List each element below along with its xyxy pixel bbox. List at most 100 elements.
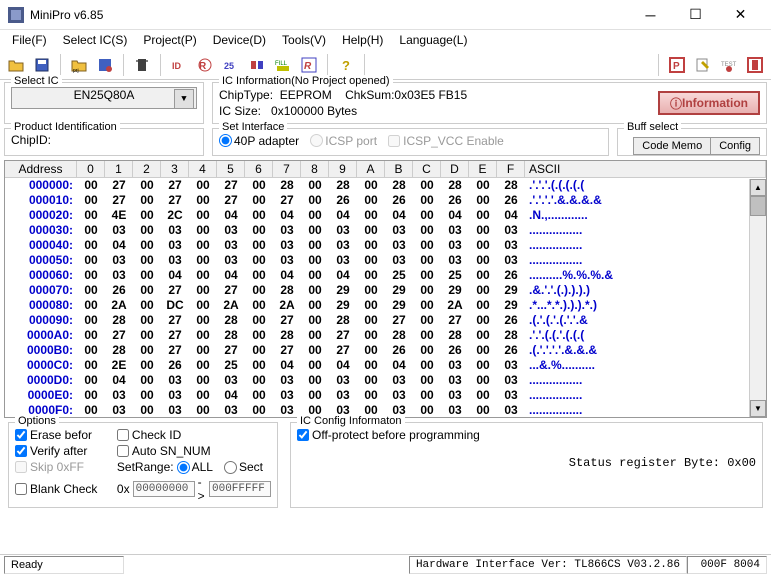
radio-all[interactable]: ALL xyxy=(177,460,213,474)
hex-col-header: 1 xyxy=(105,161,133,177)
radio-icsp: ICSP port xyxy=(310,134,377,148)
save-icon[interactable] xyxy=(30,53,54,77)
menu-project[interactable]: Project(P) xyxy=(135,31,204,49)
svg-text:R: R xyxy=(304,61,312,72)
hex-col-header: B xyxy=(385,161,413,177)
check-verify[interactable]: Verify after xyxy=(15,444,111,458)
check-autosn[interactable]: Auto SN_NUM xyxy=(117,444,271,458)
hex-row[interactable]: 0000D0:00040003000300030003000300030003.… xyxy=(5,373,766,388)
chip2-icon[interactable] xyxy=(743,53,767,77)
status-register: Status register Byte: 0x00 xyxy=(297,456,756,470)
scroll-thumb[interactable] xyxy=(750,196,766,216)
check-erase[interactable]: Erase befor xyxy=(15,428,111,442)
hex-row[interactable]: 0000E0:00030003000400030003000300030003.… xyxy=(5,388,766,403)
range-to[interactable] xyxy=(209,481,271,497)
ic-info-group: IC Information(No Project opened) ChipTy… xyxy=(212,82,767,124)
read-icon[interactable]: R xyxy=(193,53,217,77)
information-button[interactable]: ⓘ Information xyxy=(658,91,760,115)
hex-col-header: A xyxy=(357,161,385,177)
minimize-button[interactable]: ─ xyxy=(628,1,673,29)
hex-row[interactable]: 000070:00260027002700280029002900290029.… xyxy=(5,283,766,298)
scroll-up-icon[interactable]: ▲ xyxy=(750,179,766,196)
hex-row[interactable]: 0000C0:002E0026002500040004000400030003.… xyxy=(5,358,766,373)
radio-40p[interactable]: 40P adapter xyxy=(219,134,299,148)
status-ready: Ready xyxy=(4,556,124,574)
hex-row[interactable]: 000090:00280027002800270028002700270026.… xyxy=(5,313,766,328)
maximize-button[interactable]: ☐ xyxy=(673,1,718,29)
hex-col-header: 6 xyxy=(245,161,273,177)
header-ascii: ASCII xyxy=(525,161,766,177)
hex-row[interactable]: 0000A0:00270027002800280027002800280028.… xyxy=(5,328,766,343)
hex-col-header: E xyxy=(469,161,497,177)
hex-row[interactable]: 000080:002A00DC002A002A00290029002A0029.… xyxy=(5,298,766,313)
svg-text:P: P xyxy=(673,61,680,72)
verify-icon[interactable]: 25 xyxy=(219,53,243,77)
radio-sect[interactable]: Sect xyxy=(224,460,263,474)
svg-text:ID: ID xyxy=(172,61,182,71)
hex-viewer: Address 0123456789ABCDEF ASCII 000000:00… xyxy=(4,160,767,418)
app-icon xyxy=(8,7,24,23)
hex-col-header: C xyxy=(413,161,441,177)
hex-col-header: 4 xyxy=(189,161,217,177)
fill-icon[interactable]: FILL xyxy=(271,53,295,77)
menu-help[interactable]: Help(H) xyxy=(334,31,391,49)
status-addr: 000F 8004 xyxy=(687,556,767,574)
svg-text:?: ? xyxy=(342,58,350,73)
hex-row[interactable]: 000060:00030004000400040004002500250026.… xyxy=(5,268,766,283)
hex-col-header: 0 xyxy=(77,161,105,177)
prj-save-icon[interactable] xyxy=(93,53,117,77)
menu-file[interactable]: File(F) xyxy=(4,31,55,49)
prog-icon[interactable] xyxy=(245,53,269,77)
menu-device[interactable]: Device(D) xyxy=(205,31,274,49)
menubar: File(F) Select IC(S) Project(P) Device(D… xyxy=(0,30,771,50)
ic-config-group: IC Config Informaton Off-protect before … xyxy=(290,422,763,508)
ic-combo[interactable]: EN25Q80A xyxy=(11,87,197,109)
check-icsp-vcc: ICSP_VCC Enable xyxy=(388,134,504,148)
tab-code-memo[interactable]: Code Memo xyxy=(633,137,711,155)
tab-config[interactable]: Config xyxy=(710,137,760,155)
select-ic-legend: Select IC xyxy=(11,75,62,87)
hex-col-header: 7 xyxy=(273,161,301,177)
menu-tools[interactable]: Tools(V) xyxy=(274,31,334,49)
hex-col-header: F xyxy=(497,161,525,177)
scroll-down-icon[interactable]: ▼ xyxy=(750,400,766,417)
menu-language[interactable]: Language(L) xyxy=(391,31,475,49)
hex-col-header: D xyxy=(441,161,469,177)
header-address: Address xyxy=(5,161,77,177)
hex-col-header: 3 xyxy=(161,161,189,177)
set-interface-group: Set Interface 40P adapter ICSP port ICSP… xyxy=(212,128,609,156)
hex-row[interactable]: 000040:00040003000300030003000300030003.… xyxy=(5,238,766,253)
close-button[interactable]: ✕ xyxy=(718,1,763,29)
help-icon[interactable]: ? xyxy=(334,53,358,77)
svg-text:prj: prj xyxy=(73,68,79,73)
status-hwver: Hardware Interface Ver: TL866CS V03.2.86 xyxy=(409,556,687,574)
menu-selectic[interactable]: Select IC(S) xyxy=(55,31,136,49)
select-ic-group: Select IC EN25Q80A xyxy=(4,82,204,124)
check-offprotect[interactable]: Off-protect before programming xyxy=(297,428,756,442)
check-skipff: Skip 0xFF xyxy=(15,460,111,474)
chip-icon[interactable] xyxy=(130,53,154,77)
r2-icon[interactable]: R xyxy=(297,53,321,77)
window-title: MiniPro v6.85 xyxy=(30,8,628,22)
hex-col-header: 9 xyxy=(329,161,357,177)
vertical-scrollbar[interactable]: ▲ ▼ xyxy=(749,179,766,417)
p-icon[interactable]: P xyxy=(665,53,689,77)
check-blank[interactable]: Blank Check xyxy=(15,476,111,502)
hex-row[interactable]: 000050:00030003000300030003000300030003.… xyxy=(5,253,766,268)
edit-icon[interactable] xyxy=(691,53,715,77)
open-icon[interactable] xyxy=(4,53,28,77)
id-icon[interactable]: ID xyxy=(167,53,191,77)
check-checkid[interactable]: Check ID xyxy=(117,428,271,442)
hex-col-header: 2 xyxy=(133,161,161,177)
prj-open-icon[interactable]: prj xyxy=(67,53,91,77)
hex-row[interactable]: 000010:00270027002700270026002600260026.… xyxy=(5,193,766,208)
test-icon[interactable]: TEST xyxy=(717,53,741,77)
hex-row[interactable]: 000000:00270027002700280028002800280028.… xyxy=(5,178,766,193)
statusbar: Ready Hardware Interface Ver: TL866CS V0… xyxy=(0,554,771,574)
range-from[interactable] xyxy=(133,481,195,497)
hex-row[interactable]: 000020:004E002C000400040004000400040004.… xyxy=(5,208,766,223)
hex-col-header: 5 xyxy=(217,161,245,177)
hex-row[interactable]: 000030:00030003000300030003000300030003.… xyxy=(5,223,766,238)
hex-row[interactable]: 0000B0:00280027002700270027002600260026.… xyxy=(5,343,766,358)
buff-select-group: Buff select Code MemoConfig xyxy=(617,128,767,156)
